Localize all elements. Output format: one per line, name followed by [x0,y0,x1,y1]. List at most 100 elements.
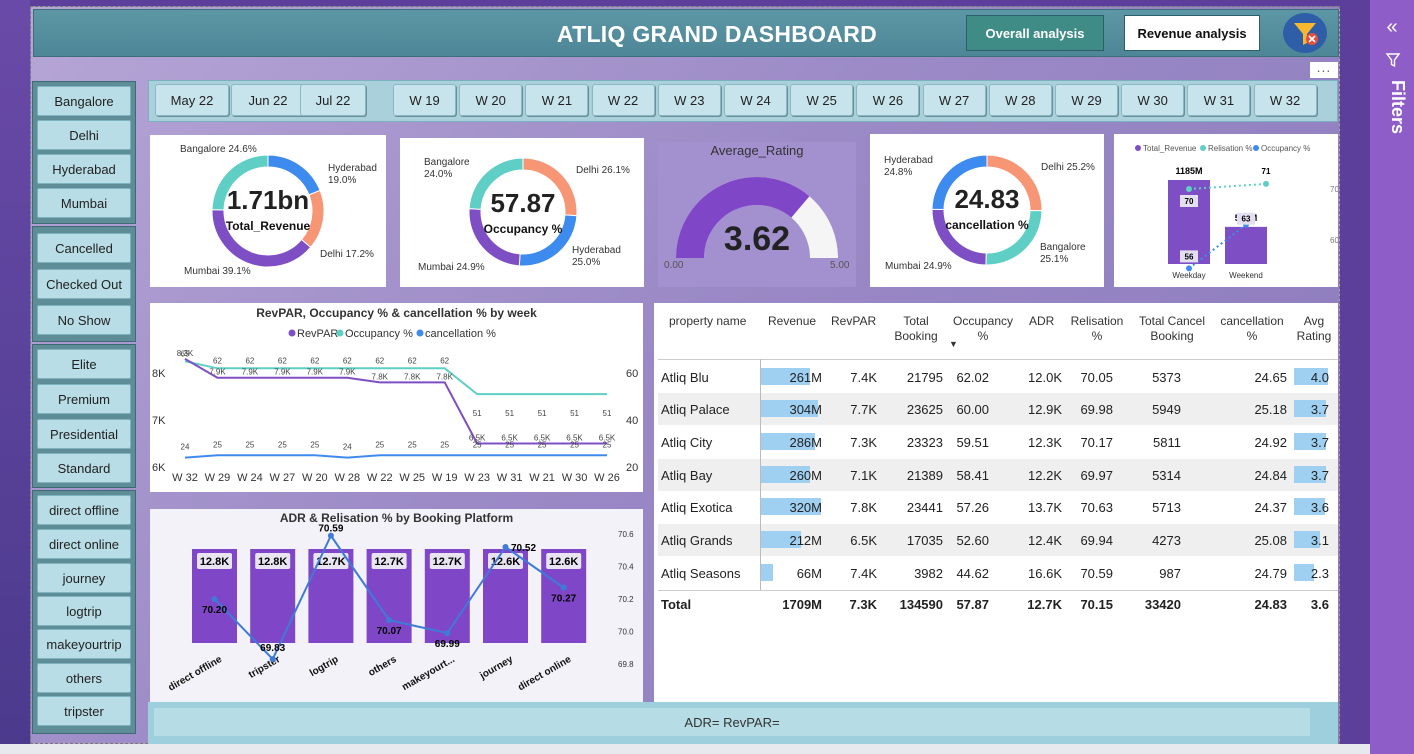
table-cell-name-2[interactable]: Atliq City [661,435,712,450]
week-chip-w26[interactable]: W 26 [856,84,920,116]
week-occ-label-1: 62 [213,356,222,365]
month-chip-2[interactable]: Jul 22 [300,84,366,116]
week-occ-label-4: 62 [310,356,319,365]
slicer-city-delhi[interactable]: Delhi [37,120,131,150]
slicer-platform-direct-online[interactable]: direct online [37,529,131,559]
occupancy-label-mumbai: Mumbai 24.9% [418,262,485,273]
table-cell-4-4: 57.26 [956,500,989,515]
week-chip-w19[interactable]: W 19 [393,84,456,116]
week-chip-w21[interactable]: W 21 [525,84,589,116]
occupancy-label-hyderabad: Hyderabad 25.0% [572,245,621,268]
table-total-cell-9: 3.6 [1310,597,1329,612]
more-options-icon[interactable]: ... [1310,60,1338,78]
slicer-platform-logtrip[interactable]: logtrip [37,596,131,626]
week-chip-w24[interactable]: W 24 [724,84,787,116]
slicer-platform-makeyourtrip[interactable]: makeyourtrip [37,629,131,659]
table-cell-name-1[interactable]: Atliq Palace [661,402,730,417]
table-cell-6-2: 7.4K [850,566,877,581]
week-chip-w32[interactable]: W 32 [1253,84,1317,116]
week-canc-label-4: 25 [310,440,319,449]
week-chip-w22[interactable]: W 22 [591,84,655,116]
table-header-1[interactable]: Revenue [768,314,818,329]
week-revpar-label-8: 7.8K [436,372,453,381]
rating-gauge-min: 0.00 [664,260,684,271]
table-header-2[interactable]: RevPAR [831,314,876,329]
table-header-4[interactable]: Occupancy % [953,314,1013,344]
table-cell-0-7: 5373 [1152,370,1181,385]
week-chip-w23[interactable]: W 23 [657,84,721,116]
adr-relisation-label-2: 70.59 [318,524,343,535]
week-chip-w25[interactable]: W 25 [790,84,854,116]
cancellation-kpi-card: 24.83 cancellation % Delhi 25.2% Bangalo… [870,134,1104,287]
collapse-chevron-icon[interactable]: « [1376,16,1408,38]
week-x-tick-9: W 23 [464,472,490,484]
slicer-platform-direct-offline[interactable]: direct offline [37,495,131,525]
week-chip-w28[interactable]: W 28 [988,84,1052,116]
week-occ-label-10: 51 [505,409,514,418]
week-chip-w29[interactable]: W 29 [1055,84,1118,116]
revenue-label-delhi: Delhi 17.2% [320,249,374,260]
slicer-platform-tripster[interactable]: tripster [37,696,131,726]
slicer-city-hyderabad[interactable]: Hyderabad [37,154,131,184]
table-header-7[interactable]: Total Cancel Booking [1137,314,1207,344]
month-chip-1[interactable]: Jun 22 [231,84,305,116]
wk-occupancy-point-0 [1186,265,1192,272]
filter-funnel-icon [1385,53,1401,68]
table-header-3[interactable]: Total Booking [891,314,941,344]
slicer-room-premium[interactable]: Premium [37,384,131,414]
overall-analysis-button[interactable]: Overall analysis [966,15,1104,51]
week-x-tick-13: W 26 [594,472,620,484]
cancellation-label-mumbai: Mumbai 24.9% [885,261,952,272]
adr-y2-tick-4: 69.8 [618,660,634,669]
slicer-room-standard[interactable]: Standard [37,453,131,483]
slicer-status-no-show[interactable]: No Show [37,305,131,335]
table-column-divider [760,359,761,590]
week-x-tick-2: W 24 [237,472,263,484]
week-canc-label-5: 24 [343,443,352,452]
clear-filter-logo-icon[interactable] [1283,13,1327,53]
slicer-city-mumbai[interactable]: Mumbai [37,188,131,218]
wk-occ-label-1: 63 [1242,215,1251,224]
table-cell-name-4[interactable]: Atliq Exotica [661,500,733,515]
adr-relisation-point-1 [269,656,276,663]
table-header-6[interactable]: Relisation % [1069,314,1125,344]
month-chip-0[interactable]: May 22 [155,84,229,116]
adr-chart-svg: 70.670.470.270.069.812.8Kdirect offline1… [150,524,634,702]
table-cell-0-4: 62.02 [956,370,989,385]
week-chip-w30[interactable]: W 30 [1121,84,1185,116]
table-header-5[interactable]: ADR [1029,314,1059,329]
table-cell-5-6: 69.94 [1080,533,1113,548]
slicer-platform-others[interactable]: others [37,663,131,693]
revenue-analysis-button[interactable]: Revenue analysis [1124,15,1260,51]
table-cell-name-0[interactable]: Atliq Blu [661,370,709,385]
table-cell-name-5[interactable]: Atliq Grands [661,533,733,548]
adr-relisation-label-6: 70.27 [551,594,576,605]
week-chip-w31[interactable]: W 31 [1187,84,1251,116]
slicer-room-elite[interactable]: Elite [37,349,131,379]
table-header-8[interactable]: cancellation % [1219,314,1285,344]
table-header-9[interactable]: Avg Rating [1294,314,1334,344]
table-total-cell-4: 57.87 [956,597,989,612]
week-chip-w20[interactable]: W 20 [459,84,523,116]
week-x-tick-4: W 20 [302,472,328,484]
wk-rel-label-0: 70 [1185,197,1194,206]
slicer-room-presidential[interactable]: Presidential [37,419,131,449]
sort-arrow-icon[interactable]: ▼ [949,337,958,352]
slicer-status-checked-out[interactable]: Checked Out [37,269,131,299]
table-cell-6-4: 44.62 [956,566,989,581]
wk-cat-label-0: Weekday [1172,271,1205,280]
revenue-label-hyderabad: Hyderabad 19.0% [328,163,377,186]
table-cell-name-3[interactable]: Atliq Bay [661,468,712,483]
wk-relisation-point-0 [1186,186,1192,192]
slicer-status-cancelled[interactable]: Cancelled [37,233,131,263]
adr-relisation-point-6 [560,584,567,591]
cancellation-label-delhi: Delhi 25.2% [1041,162,1095,173]
table-header-0[interactable]: property name [669,314,749,329]
week-revpar-label-4: 7.9K [307,368,324,377]
week-cancellation-line [184,454,607,459]
week-chip-w27[interactable]: W 27 [922,84,986,116]
week-canc-label-6: 25 [375,440,384,449]
table-cell-name-6[interactable]: Atliq Seasons [661,566,741,581]
slicer-platform-journey[interactable]: journey [37,563,131,593]
slicer-city-bangalore[interactable]: Bangalore [37,86,131,116]
